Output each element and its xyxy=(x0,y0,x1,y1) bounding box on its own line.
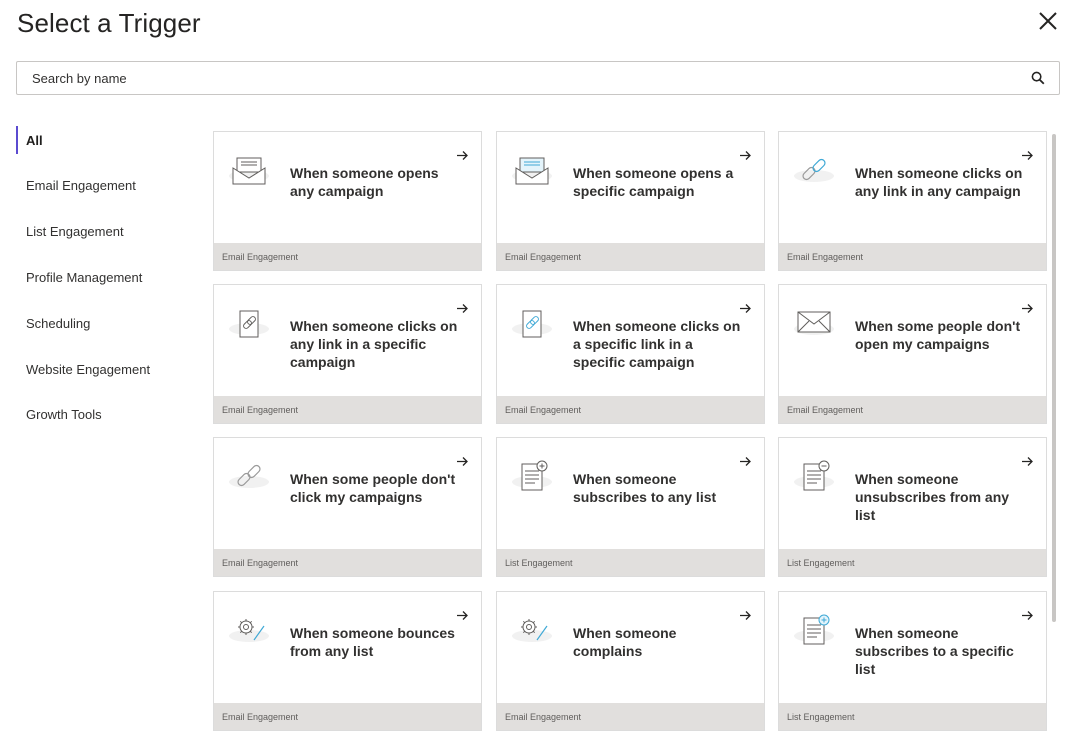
card-category: List Engagement xyxy=(779,703,1046,730)
card-category: Email Engagement xyxy=(779,396,1046,423)
arrow-right-icon xyxy=(740,457,751,466)
card-category: Email Engagement xyxy=(497,243,764,270)
trigger-card[interactable]: When someone opens any campaign Email En… xyxy=(213,131,482,271)
card-title: When some people don't open my campaigns xyxy=(855,318,1021,352)
document-link-icon xyxy=(229,310,269,338)
card-title: When someone clicks on any link in any c… xyxy=(855,165,1023,199)
trigger-card[interactable]: When someone clicks on any link in any c… xyxy=(778,131,1047,271)
sidebar-item-list-engagement[interactable]: List Engagement xyxy=(16,217,124,245)
trigger-card[interactable]: When someone complains Email Engagement xyxy=(496,591,765,731)
card-title: When someone bounces from any list xyxy=(290,625,455,659)
card-title: When someone opens a specific campaign xyxy=(573,165,734,199)
card-category: Email Engagement xyxy=(214,396,481,423)
trigger-card[interactable]: When someone subscribes to a specific li… xyxy=(778,591,1047,731)
envelope-open-icon xyxy=(229,157,269,185)
list-add-icon xyxy=(512,460,552,491)
arrow-right-icon xyxy=(1022,151,1033,160)
arrow-right-icon xyxy=(457,611,468,620)
card-title: When someone unsubscribes from any list xyxy=(855,471,1010,523)
trigger-card[interactable]: When someone unsubscribes from any list … xyxy=(778,437,1047,577)
arrow-right-icon xyxy=(457,457,468,466)
card-category: List Engagement xyxy=(779,549,1046,576)
arrow-right-icon xyxy=(740,151,751,160)
card-category: Email Engagement xyxy=(497,703,764,730)
arrow-right-icon xyxy=(740,611,751,620)
card-category: Email Engagement xyxy=(214,243,481,270)
sidebar-item-profile-management[interactable]: Profile Management xyxy=(16,263,142,291)
arrow-right-icon xyxy=(457,304,468,313)
card-title: When someone clicks on any link in a spe… xyxy=(290,318,458,370)
trigger-card[interactable]: When someone clicks on a specific link i… xyxy=(496,284,765,424)
list-add-specific-icon xyxy=(794,614,834,645)
search-icon[interactable] xyxy=(1031,71,1045,85)
card-category: List Engagement xyxy=(497,549,764,576)
trigger-card[interactable]: When someone clicks on any link in a spe… xyxy=(213,284,482,424)
sidebar-item-email-engagement[interactable]: Email Engagement xyxy=(16,171,136,199)
trigger-card[interactable]: When some people don't open my campaigns… xyxy=(778,284,1047,424)
arrow-right-icon xyxy=(740,304,751,313)
search-input[interactable] xyxy=(32,62,1012,94)
envelope-open-specific-icon xyxy=(512,157,552,185)
arrow-right-icon xyxy=(1022,611,1033,620)
link-icon xyxy=(794,158,834,182)
arrow-right-icon xyxy=(1022,304,1033,313)
trigger-card[interactable]: When someone subscribes to any list List… xyxy=(496,437,765,577)
card-title: When someone clicks on a specific link i… xyxy=(573,318,741,370)
card-category: Email Engagement xyxy=(214,703,481,730)
trigger-card[interactable]: When someone opens a specific campaign E… xyxy=(496,131,765,271)
sidebar-item-growth-tools[interactable]: Growth Tools xyxy=(16,400,102,428)
close-icon[interactable] xyxy=(1036,9,1060,33)
card-title: When some people don't click my campaign… xyxy=(290,471,456,505)
card-category: Email Engagement xyxy=(779,243,1046,270)
link-unclicked-icon xyxy=(229,464,269,488)
card-category: Email Engagement xyxy=(497,396,764,423)
trigger-card[interactable]: When some people don't click my campaign… xyxy=(213,437,482,577)
gear-bounce-icon xyxy=(229,619,269,642)
arrow-right-icon xyxy=(1022,457,1033,466)
gear-complaint-icon xyxy=(512,619,552,642)
card-category: Email Engagement xyxy=(214,549,481,576)
category-sidebar: All Email Engagement List Engagement Pro… xyxy=(16,126,196,422)
trigger-card[interactable]: When someone bounces from any list Email… xyxy=(213,591,482,731)
scrollbar[interactable] xyxy=(1052,134,1056,622)
card-title: When someone subscribes to any list xyxy=(573,471,717,505)
arrow-right-icon xyxy=(457,151,468,160)
sidebar-item-scheduling[interactable]: Scheduling xyxy=(16,309,90,337)
list-remove-icon xyxy=(794,460,834,491)
sidebar-item-all[interactable]: All xyxy=(16,126,43,154)
page-title: Select a Trigger xyxy=(17,8,201,38)
card-title: When someone opens any campaign xyxy=(290,165,439,199)
envelope-closed-icon xyxy=(794,311,834,335)
sidebar-item-website-engagement[interactable]: Website Engagement xyxy=(16,355,150,383)
search-box xyxy=(16,61,1060,95)
card-title: When someone complains xyxy=(573,625,677,659)
document-link-specific-icon xyxy=(512,310,552,338)
card-title: When someone subscribes to a specific li… xyxy=(855,625,1014,677)
